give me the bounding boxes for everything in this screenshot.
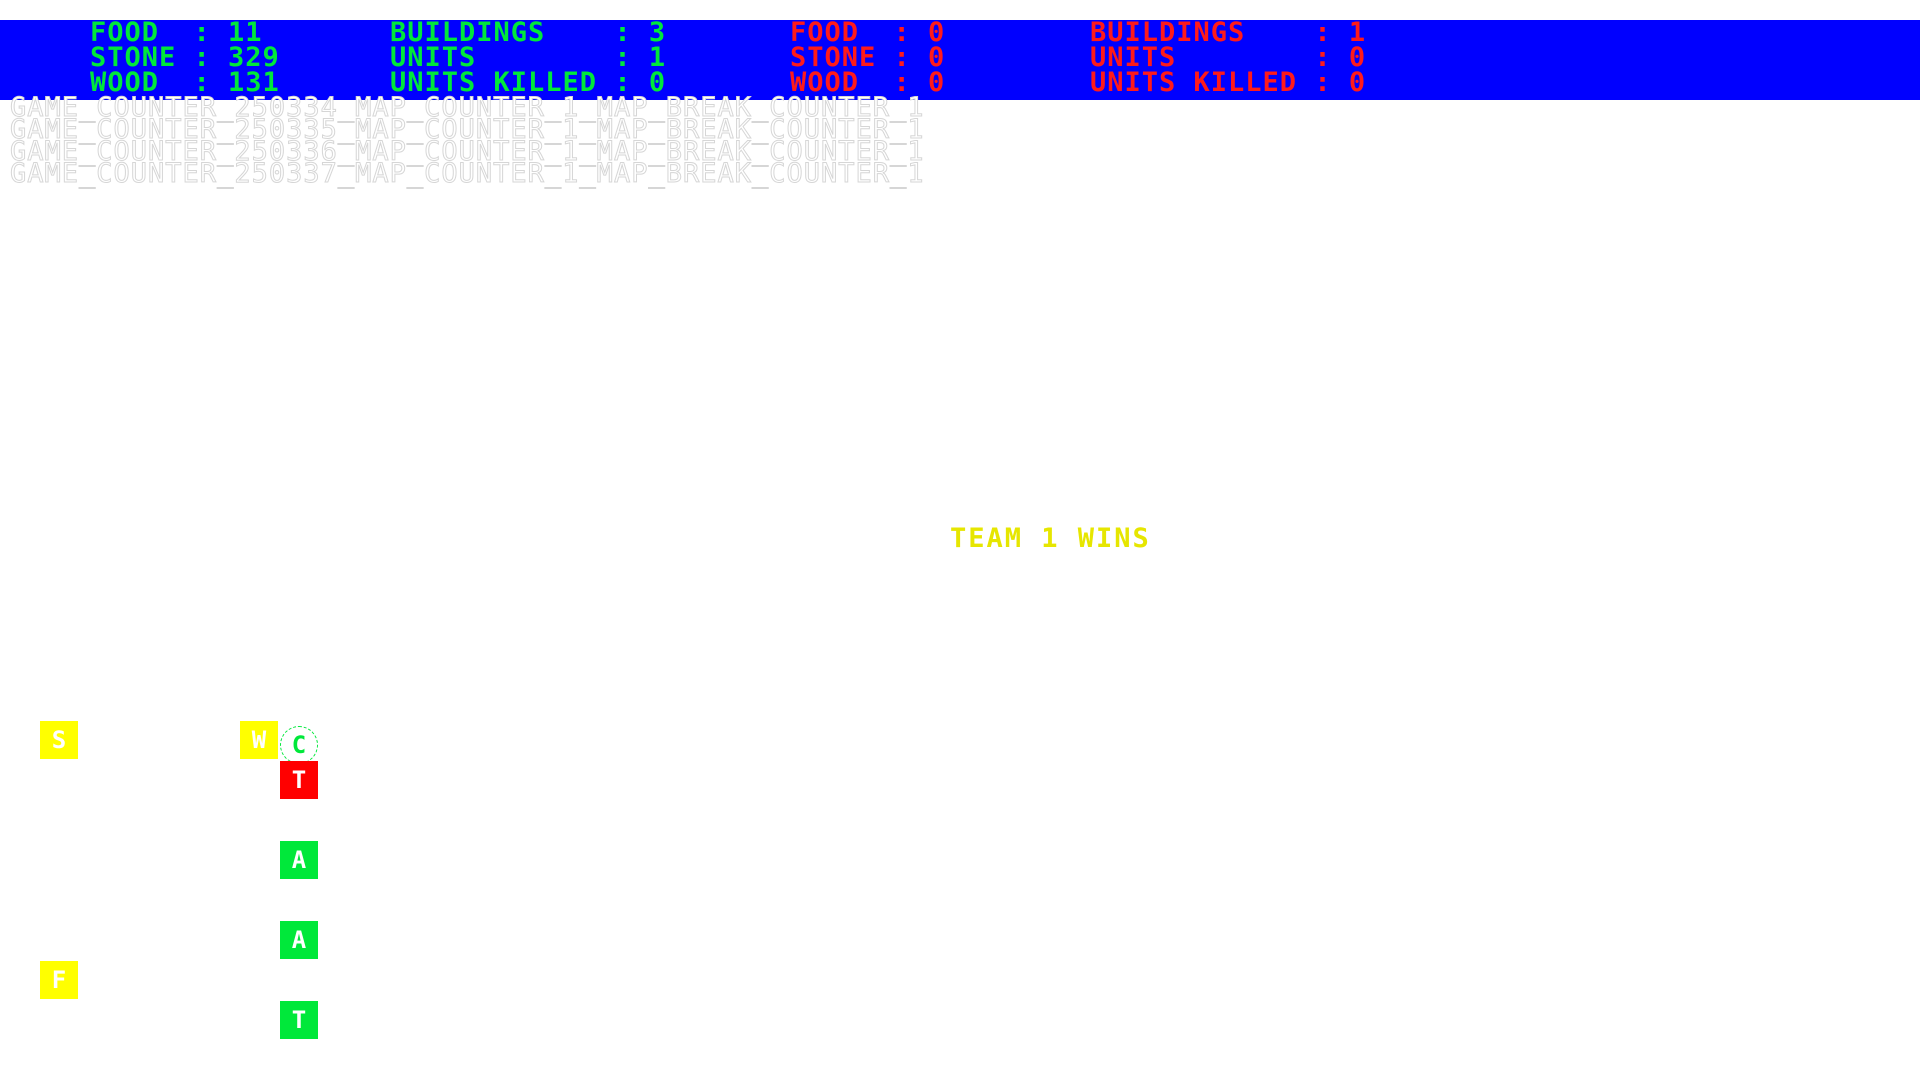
- food-resource-tile[interactable]: F: [40, 961, 78, 999]
- team2-units-killed-stat: UNITS KILLED : 0: [1090, 67, 1367, 98]
- own-tower-unit[interactable]: T: [280, 1001, 318, 1039]
- archer-unit[interactable]: A: [280, 921, 318, 959]
- stone-resource-tile[interactable]: S: [40, 721, 78, 759]
- city-center-unit[interactable]: C: [280, 726, 318, 764]
- win-message: TEAM 1 WINS: [950, 523, 1151, 554]
- resource-hud: FOOD : 11 STONE : 329 WOOD : 131 BUILDIN…: [0, 19, 1920, 100]
- archer-unit[interactable]: A: [280, 841, 318, 879]
- enemy-tower-unit[interactable]: T: [280, 761, 318, 799]
- wood-resource-tile[interactable]: W: [240, 721, 278, 759]
- debug-log-line: GAME_COUNTER_250337_MAP_COUNTER_1_MAP_BR…: [10, 158, 925, 189]
